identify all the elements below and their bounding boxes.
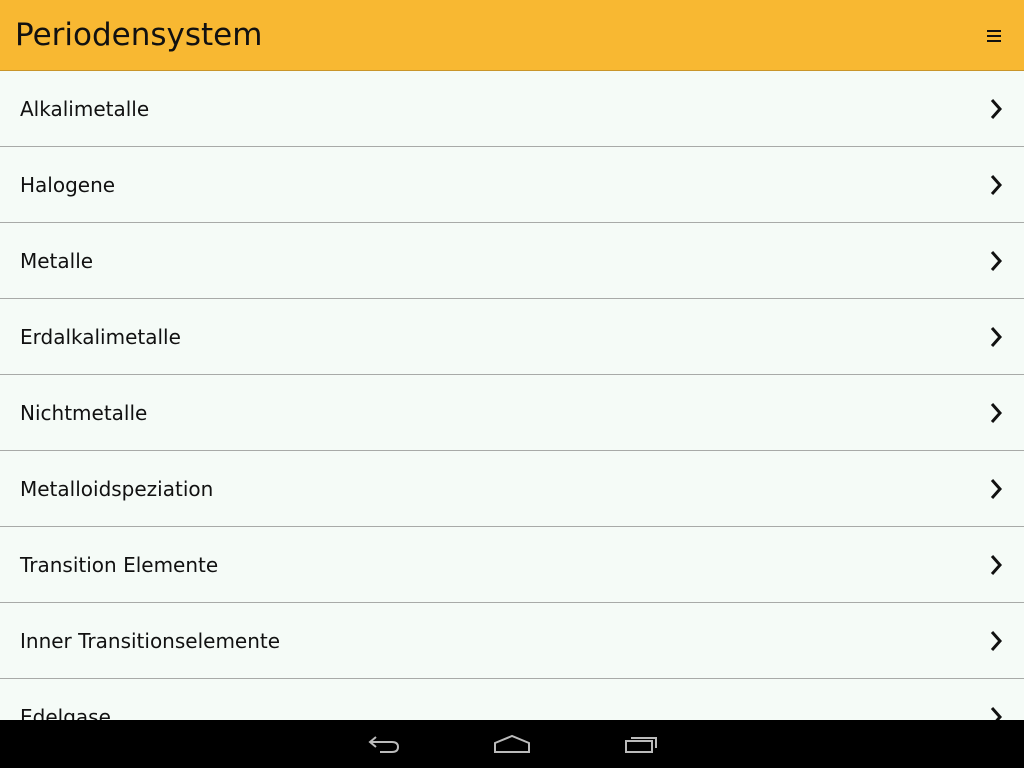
recent-apps-icon [625,737,657,753]
list-item-edelgase[interactable]: Edelgase [0,679,1024,720]
category-list: Alkalimetalle Halogene Metalle Erdalkali… [0,71,1024,720]
list-item-halogene[interactable]: Halogene [0,147,1024,223]
back-button[interactable] [360,728,408,760]
home-icon [494,734,530,753]
home-button[interactable] [488,728,536,760]
chevron-right-icon [990,479,1003,499]
list-item-label: Alkalimetalle [20,97,150,121]
list-item-label: Erdalkalimetalle [20,325,181,349]
chevron-right-icon [990,251,1003,271]
back-icon [368,736,400,753]
app-bar: Periodensystem [0,0,1024,71]
list-item-label: Metalle [20,249,94,273]
list-item-inner-transitionselemente[interactable]: Inner Transitionselemente [0,603,1024,679]
list-item-nichtmetalle[interactable]: Nichtmetalle [0,375,1024,451]
app-title: Periodensystem [15,17,263,53]
list-item-label: Halogene [20,173,116,197]
list-item-label: Inner Transitionselemente [20,629,281,653]
chevron-right-icon [990,403,1003,423]
list-item-alkalimetalle[interactable]: Alkalimetalle [0,71,1024,147]
recent-apps-button[interactable] [617,728,665,760]
list-item-label: Nichtmetalle [20,401,148,425]
list-item-metalloidspeziation[interactable]: Metalloidspeziation [0,451,1024,527]
list-item-label: Transition Elemente [20,553,219,577]
hamburger-menu-icon [987,30,1001,42]
chevron-right-icon [990,707,1003,720]
chevron-right-icon [990,555,1003,575]
list-item-label: Edelgase [20,705,111,720]
list-item-metalle[interactable]: Metalle [0,223,1024,299]
chevron-right-icon [990,631,1003,651]
chevron-right-icon [990,327,1003,347]
list-item-erdalkalimetalle[interactable]: Erdalkalimetalle [0,299,1024,375]
list-item-transition-elemente[interactable]: Transition Elemente [0,527,1024,603]
menu-button[interactable] [982,24,1006,48]
chevron-right-icon [990,175,1003,195]
list-item-label: Metalloidspeziation [20,477,214,501]
app-screen: Periodensystem Alkalimetalle Halogene Me… [0,0,1024,768]
system-navigation-bar [0,720,1024,768]
chevron-right-icon [990,99,1003,119]
